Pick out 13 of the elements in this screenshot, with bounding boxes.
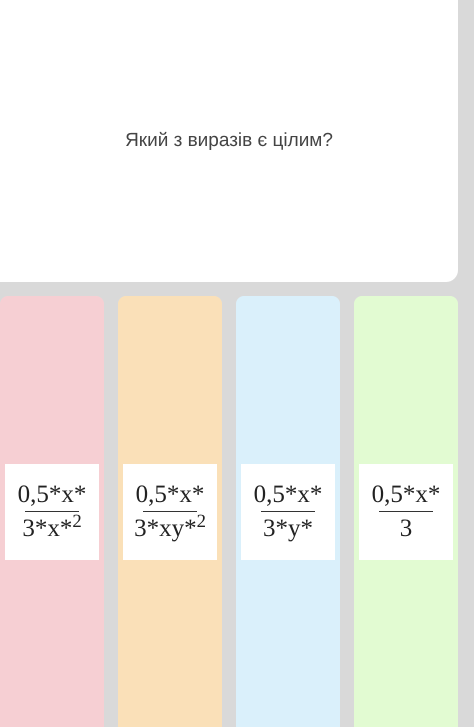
denominator: 3*x*$^{2}$ [21,515,83,542]
numerator: 0,5*x* [370,480,442,508]
answer-card[interactable]: 0,5*x* 3*y* [236,296,340,727]
question-text: Який з виразів є цілим? [125,128,333,153]
denominator: 3*xy*$^{2}$ [133,515,207,542]
answer-card[interactable]: 0,5*x* 3*xy*$^{2}$ [118,296,222,727]
numerator: 0,5*x* [134,480,206,508]
answer-card[interactable]: 0,5*x* 3 [354,296,458,727]
numerator: 0,5*x* [252,480,324,508]
denominator: 3*y* [262,515,314,542]
denominator: 3 [398,515,414,542]
numerator: 0,5*x* [16,480,88,508]
answer-card[interactable]: 0,5*x* 3*x*$^{2}$ [0,296,104,727]
